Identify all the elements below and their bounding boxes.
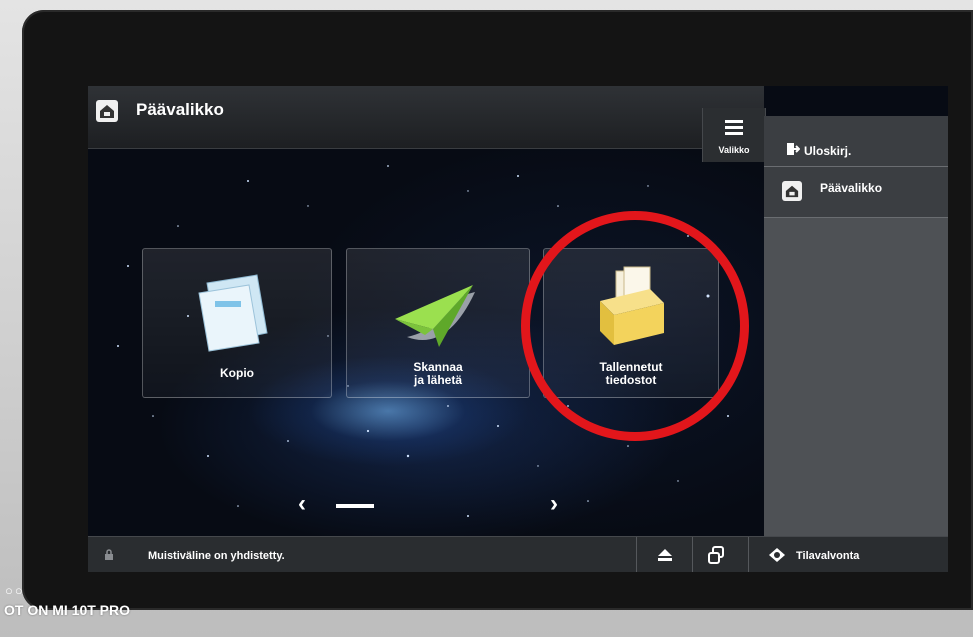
send-icon bbox=[395, 285, 475, 347]
status-monitor-button[interactable]: Tilavalvonta bbox=[750, 537, 948, 572]
watermark-dots: ○○ bbox=[5, 583, 25, 598]
lock-icon bbox=[105, 549, 113, 560]
top-bar: Päävalikko bbox=[88, 86, 764, 149]
page-indicator bbox=[336, 504, 374, 508]
sidebar-item-home[interactable]: Päävalikko bbox=[764, 167, 948, 218]
right-sidebar: Uloskirj. Päävalikko bbox=[764, 116, 948, 536]
sidebar-item-label: Päävalikko bbox=[820, 181, 883, 195]
tile-copy-label: Kopio bbox=[220, 366, 254, 380]
touch-screen: Päävalikko Valikko Uloskirj. Päävalikko bbox=[88, 86, 948, 572]
status-monitor-label: Tilavalvonta bbox=[796, 550, 860, 562]
menu-button[interactable]: Valikko bbox=[702, 108, 766, 162]
home-icon bbox=[96, 100, 118, 122]
page-title: Päävalikko bbox=[136, 100, 224, 119]
status-monitor-icon bbox=[769, 548, 785, 562]
status-separator bbox=[692, 537, 693, 572]
copy-icon bbox=[198, 274, 268, 352]
tile-scan-and-send[interactable]: Skannaa ja lähetä bbox=[346, 248, 530, 398]
menu-icon bbox=[725, 120, 743, 138]
annotation-circle bbox=[521, 211, 749, 441]
status-message: Muistiväline on yhdistetty. bbox=[148, 550, 285, 562]
logout-label: Uloskirj. bbox=[804, 144, 852, 158]
logout-button[interactable]: Uloskirj. bbox=[764, 116, 948, 167]
status-bar: Muistiväline on yhdistetty. Tilavalvonta bbox=[88, 536, 948, 572]
status-separator bbox=[748, 537, 749, 572]
photo-watermark: OT ON MI 10T PRO bbox=[4, 602, 131, 618]
logout-icon bbox=[787, 143, 800, 155]
home-icon bbox=[782, 181, 802, 201]
tile-copy[interactable]: Kopio bbox=[142, 248, 332, 398]
eject-icon[interactable] bbox=[657, 548, 673, 562]
chevron-left-icon[interactable]: ‹ bbox=[298, 490, 306, 518]
status-separator bbox=[636, 537, 637, 572]
menu-label: Valikko bbox=[718, 145, 750, 155]
chevron-right-icon[interactable]: › bbox=[550, 490, 558, 518]
switch-icon[interactable] bbox=[706, 545, 726, 565]
tile-scan-label-2: ja lähetä bbox=[413, 373, 463, 387]
